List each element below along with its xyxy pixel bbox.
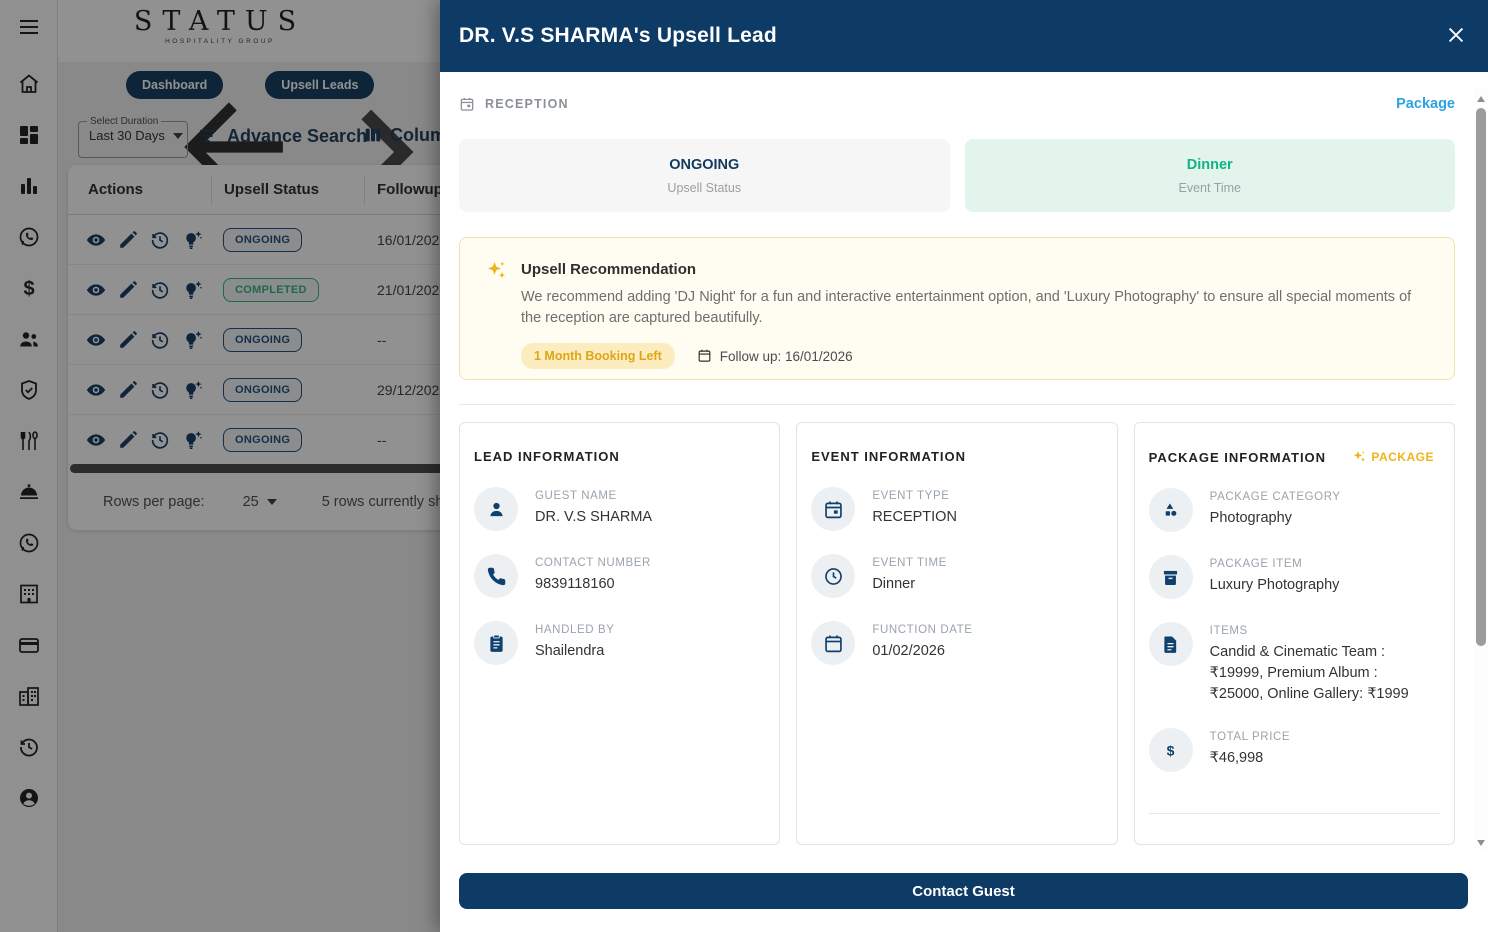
info-item: ITEMS Candid & Cinematic Team : ₹19999, … xyxy=(1149,622,1434,705)
calendar-icon xyxy=(697,348,712,363)
contact-guest-button[interactable]: Contact Guest xyxy=(459,873,1468,909)
calendar-icon xyxy=(811,621,855,665)
document-icon xyxy=(1149,622,1193,666)
upsell-lead-modal: DR. V.S SHARMA's Upsell Lead RECEPTION P… xyxy=(440,0,1488,932)
event-time-value: Dinner xyxy=(1187,157,1233,173)
recommendation-title: Upsell Recommendation xyxy=(521,261,1426,278)
modal-title: DR. V.S SHARMA's Upsell Lead xyxy=(459,24,777,48)
phone-icon xyxy=(474,554,518,598)
upsell-status-card: ONGOING Upsell Status xyxy=(459,139,950,212)
shapes-icon xyxy=(1149,488,1193,532)
event-information-card: EVENT INFORMATION EVENT TYPE RECEPTION E… xyxy=(796,422,1117,845)
box-icon xyxy=(1149,555,1193,599)
scroll-down-icon[interactable] xyxy=(1477,840,1485,846)
booking-left-badge: 1 Month Booking Left xyxy=(521,343,675,369)
info-item: GUEST NAME DR. V.S SHARMA xyxy=(474,487,759,531)
package-information-card: PACKAGE INFORMATION PACKAGE PACKAGE CATE… xyxy=(1134,422,1455,845)
upsell-status-label: Upsell Status xyxy=(667,181,741,195)
info-item: EVENT TIME Dinner xyxy=(811,554,1096,598)
upsell-status-value: ONGOING xyxy=(669,157,739,173)
scrollbar-thumb[interactable] xyxy=(1476,108,1486,646)
modal-header: DR. V.S SHARMA's Upsell Lead xyxy=(440,0,1488,72)
event-section-row: RECEPTION Package xyxy=(459,90,1455,118)
card-title: LEAD INFORMATION xyxy=(474,449,620,464)
sparkles-icon xyxy=(484,259,508,283)
clipboard-icon xyxy=(474,621,518,665)
sparkles-icon xyxy=(1351,449,1367,465)
calendar-icon xyxy=(459,96,475,112)
info-item: TOTAL PRICE ₹46,998 xyxy=(1149,728,1434,772)
lead-information-card: LEAD INFORMATION GUEST NAME DR. V.S SHAR… xyxy=(459,422,780,845)
modal-scrollbar[interactable] xyxy=(1474,88,1488,850)
event-time-label: Event Time xyxy=(1178,181,1241,195)
divider xyxy=(459,404,1455,405)
status-cards: ONGOING Upsell Status Dinner Event Time xyxy=(459,139,1455,212)
card-title: EVENT INFORMATION xyxy=(811,449,966,464)
package-badge: PACKAGE xyxy=(1351,449,1434,465)
section-label: RECEPTION xyxy=(485,97,569,111)
package-link[interactable]: Package xyxy=(1396,96,1455,112)
info-item: PACKAGE CATEGORY Photography xyxy=(1149,488,1434,532)
followup-info: Follow up: 16/01/2026 xyxy=(697,349,853,364)
info-item: PACKAGE ITEM Luxury Photography xyxy=(1149,555,1434,599)
info-cards: LEAD INFORMATION GUEST NAME DR. V.S SHAR… xyxy=(459,422,1455,845)
divider xyxy=(1149,813,1440,814)
close-icon[interactable] xyxy=(1445,24,1467,46)
dollar-circle-icon xyxy=(1149,728,1193,772)
upsell-recommendation-box: Upsell Recommendation We recommend addin… xyxy=(459,237,1455,380)
event-time-card: Dinner Event Time xyxy=(965,139,1456,212)
card-title: PACKAGE INFORMATION xyxy=(1149,450,1326,465)
clock-icon xyxy=(811,554,855,598)
info-item: HANDLED BY Shailendra xyxy=(474,621,759,665)
person-icon xyxy=(474,487,518,531)
scroll-up-icon[interactable] xyxy=(1477,96,1485,102)
info-item: CONTACT NUMBER 9839118160 xyxy=(474,554,759,598)
recommendation-body: We recommend adding 'DJ Night' for a fun… xyxy=(521,287,1426,329)
info-item: FUNCTION DATE 01/02/2026 xyxy=(811,621,1096,665)
info-item: EVENT TYPE RECEPTION xyxy=(811,487,1096,531)
calendar-event-icon xyxy=(811,487,855,531)
